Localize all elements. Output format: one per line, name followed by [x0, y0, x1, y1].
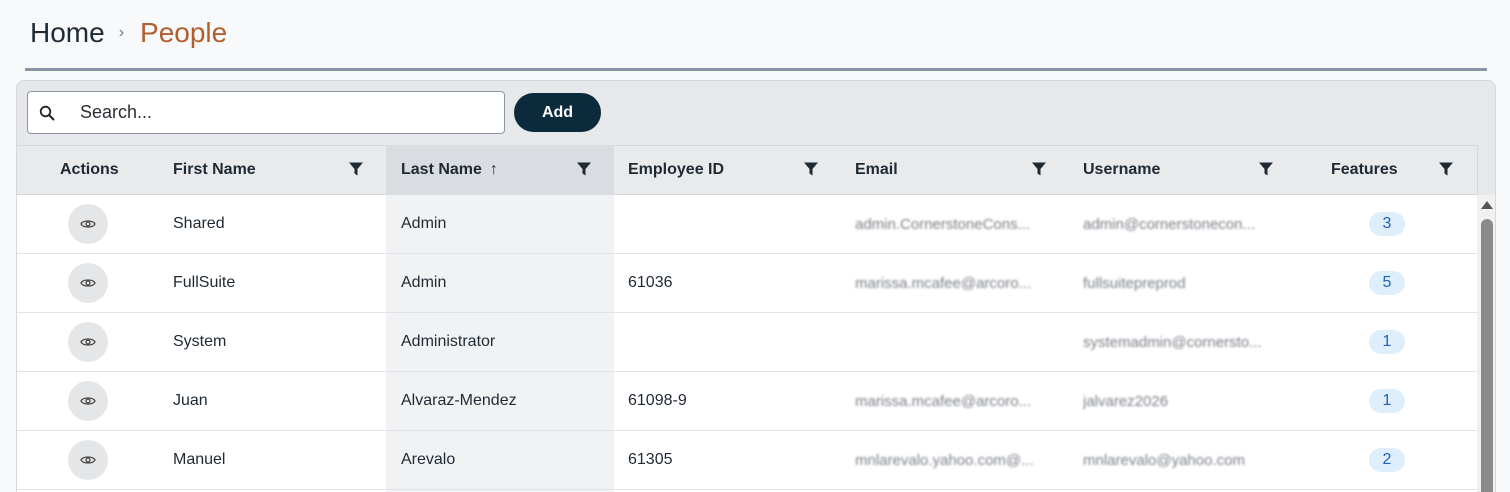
- cell-first-name: Juan: [173, 392, 208, 409]
- cell-email: mnlarevalo.yahoo.com@...: [855, 451, 1034, 469]
- cell-first-name: System: [173, 333, 227, 350]
- breadcrumb-current: People: [140, 17, 228, 48]
- scrollbar-thumb[interactable]: [1481, 219, 1493, 492]
- table-row[interactable]: Juan Alvaraz-Mendez 61098-9 marissa.mcaf…: [17, 372, 1477, 431]
- cell-last-name: Arevalo: [401, 451, 456, 468]
- table-row[interactable]: Shared Admin admin.CornerstoneCons... ad…: [17, 195, 1477, 254]
- breadcrumb: Home › People: [30, 14, 227, 52]
- sort-ascending-icon: ↑: [489, 161, 498, 178]
- breadcrumb-separator: ›: [118, 24, 125, 41]
- header-actions: Actions: [60, 161, 119, 178]
- cell-username: systemadmin@cornersto...: [1083, 333, 1262, 351]
- search-icon: [38, 104, 56, 122]
- filter-icon[interactable]: [1258, 161, 1274, 177]
- header-divider: [1477, 145, 1478, 195]
- breadcrumb-home[interactable]: Home: [30, 17, 105, 49]
- cell-username: admin@cornerstonecon...: [1083, 215, 1255, 233]
- header-features[interactable]: Features: [1331, 145, 1398, 195]
- features-badge[interactable]: 3: [1369, 212, 1405, 236]
- view-button[interactable]: [68, 263, 108, 303]
- cell-email: admin.CornerstoneCons...: [855, 215, 1031, 233]
- features-badge[interactable]: 2: [1369, 448, 1405, 472]
- search-box[interactable]: [27, 91, 505, 134]
- scroll-up-icon[interactable]: [1481, 201, 1493, 209]
- cell-email: marissa.mcafee@arcoro...: [855, 274, 1032, 292]
- features-badge[interactable]: 1: [1369, 389, 1405, 413]
- add-button[interactable]: Add: [514, 93, 601, 132]
- filter-icon[interactable]: [803, 161, 819, 177]
- people-page: Home › People Add Actions First Name Las…: [0, 0, 1510, 492]
- view-button[interactable]: [68, 440, 108, 480]
- table-row[interactable]: System Administrator systemadmin@corners…: [17, 313, 1477, 372]
- table-row[interactable]: FullSuite Admin 61036 marissa.mcafee@arc…: [17, 254, 1477, 313]
- eye-icon: [80, 338, 96, 346]
- cell-last-name: Alvaraz-Mendez: [401, 392, 517, 409]
- cell-last-name: Administrator: [401, 333, 496, 350]
- view-button[interactable]: [68, 204, 108, 244]
- table-row[interactable]: Manuel Arevalo 61305 mnlarevalo.yahoo.co…: [17, 431, 1477, 490]
- eye-icon: [80, 456, 96, 464]
- header-last-name[interactable]: Last Name ↑: [401, 145, 498, 195]
- table-toolbar: Add: [17, 81, 1495, 145]
- view-button[interactable]: [68, 381, 108, 421]
- cell-username: mnlarevalo@yahoo.com: [1083, 451, 1245, 469]
- cell-employee-id: 61036: [628, 274, 673, 291]
- cell-last-name: Admin: [401, 274, 447, 291]
- table-body: Shared Admin admin.CornerstoneCons... ad…: [17, 195, 1477, 492]
- eye-icon: [80, 279, 96, 287]
- title-divider: [25, 68, 1487, 71]
- header-first-name[interactable]: First Name: [173, 145, 256, 195]
- eye-icon: [80, 220, 96, 228]
- cell-employee-id: 61098-9: [628, 392, 687, 409]
- header-username[interactable]: Username: [1083, 145, 1160, 195]
- cell-last-name: Admin: [401, 215, 447, 232]
- filter-icon[interactable]: [576, 161, 592, 177]
- cell-employee-id: 61305: [628, 451, 673, 468]
- cell-first-name: FullSuite: [173, 274, 236, 291]
- filter-icon[interactable]: [348, 161, 364, 177]
- people-table-card: Add Actions First Name Last Name ↑ Emplo…: [16, 80, 1496, 492]
- header-email[interactable]: Email: [855, 145, 898, 195]
- features-badge[interactable]: 5: [1369, 271, 1405, 295]
- cell-first-name: Manuel: [173, 451, 226, 468]
- cell-first-name: Shared: [173, 215, 225, 232]
- filter-icon[interactable]: [1438, 161, 1454, 177]
- cell-email: [855, 313, 1055, 371]
- vertical-scrollbar[interactable]: [1477, 195, 1495, 492]
- header-last-name-label: Last Name: [401, 161, 482, 178]
- features-badge[interactable]: 1: [1369, 330, 1405, 354]
- cell-email: marissa.mcafee@arcoro...: [855, 392, 1032, 410]
- view-button[interactable]: [68, 322, 108, 362]
- cell-username: jalvarez2026: [1083, 392, 1169, 410]
- cell-username: fullsuitepreprod: [1083, 274, 1186, 292]
- search-input[interactable]: [80, 102, 480, 123]
- eye-icon: [80, 397, 96, 405]
- header-employee-id[interactable]: Employee ID: [628, 145, 724, 195]
- filter-icon[interactable]: [1031, 161, 1047, 177]
